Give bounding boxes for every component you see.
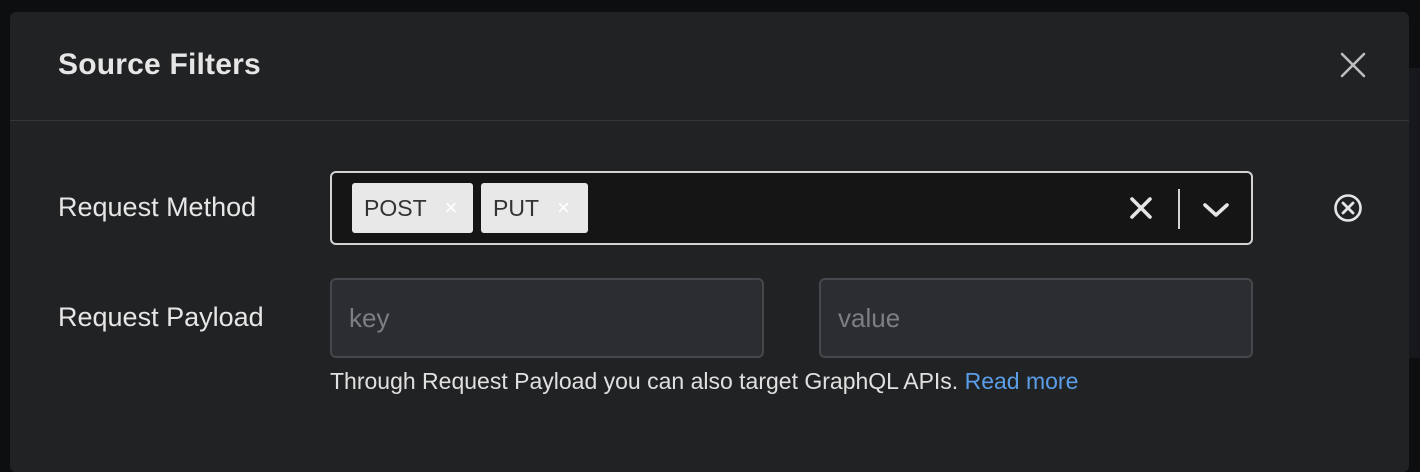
- tag-label: PUT: [493, 194, 539, 221]
- clear-selection-button[interactable]: [1129, 196, 1153, 220]
- source-filters-modal: Source Filters Request Method POST × PUT…: [10, 12, 1409, 472]
- request-method-select[interactable]: POST × PUT ×: [330, 171, 1253, 245]
- circle-x-icon: [1334, 194, 1362, 222]
- modal-header: Source Filters: [10, 12, 1409, 121]
- read-more-link[interactable]: Read more: [965, 368, 1079, 394]
- request-payload-label: Request Payload: [58, 302, 264, 332]
- close-button[interactable]: [1338, 50, 1368, 80]
- modal-title: Source Filters: [58, 48, 261, 81]
- background-panel: [1408, 68, 1420, 358]
- tag-remove-button[interactable]: ×: [557, 197, 570, 219]
- tag-post: POST ×: [352, 183, 473, 233]
- dropdown-toggle[interactable]: [1202, 200, 1230, 220]
- request-method-label: Request Method: [58, 192, 257, 222]
- payload-key-input[interactable]: [330, 278, 764, 358]
- select-divider: [1178, 189, 1180, 229]
- clear-icon: [1130, 197, 1152, 219]
- tag-put: PUT ×: [481, 183, 588, 233]
- tag-label: POST: [364, 194, 427, 221]
- remove-filter-button[interactable]: [1332, 192, 1364, 224]
- close-icon: [1340, 52, 1366, 78]
- payload-helper-text: Through Request Payload you can also tar…: [330, 368, 1078, 395]
- chevron-down-icon: [1203, 203, 1229, 217]
- tag-remove-button[interactable]: ×: [445, 197, 458, 219]
- payload-value-input[interactable]: [819, 278, 1253, 358]
- helper-text: Through Request Payload you can also tar…: [330, 368, 959, 394]
